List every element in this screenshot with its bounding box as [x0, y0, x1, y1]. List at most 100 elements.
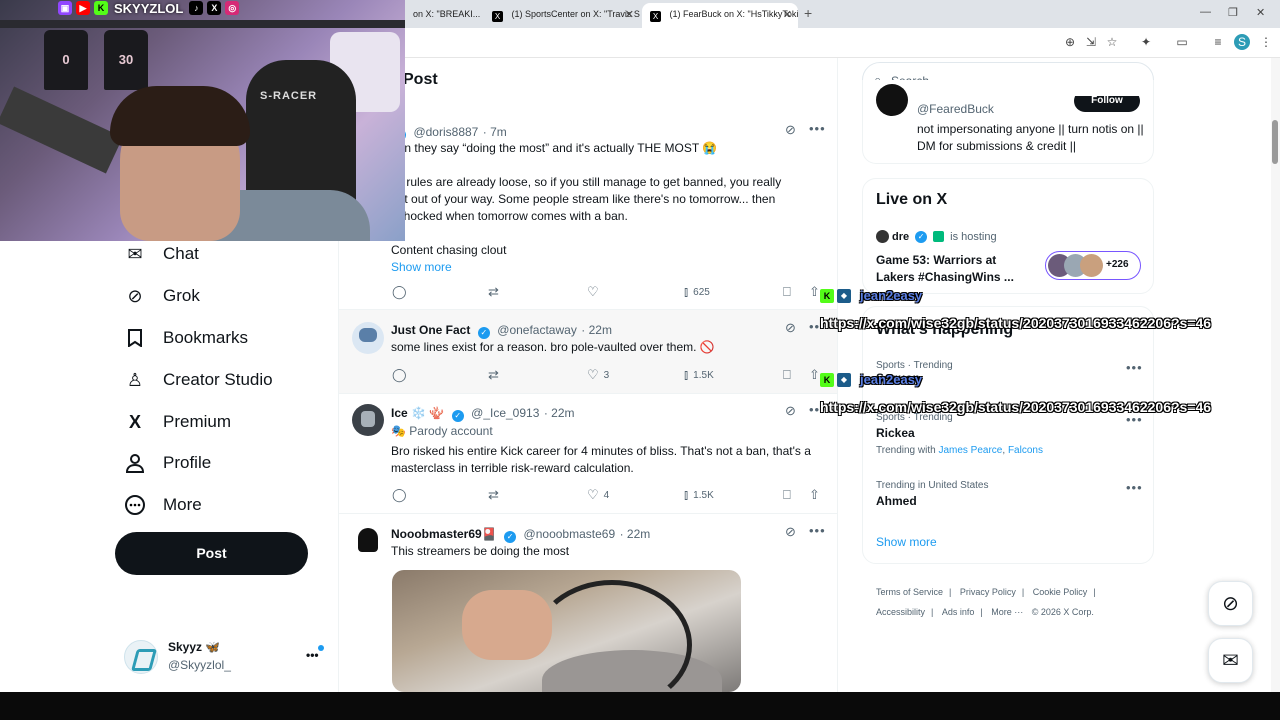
- install-icon[interactable]: ⇲: [1083, 34, 1099, 50]
- avatar[interactable]: [352, 524, 384, 556]
- chair-brand: S-RACER: [260, 90, 318, 102]
- tweet-handle[interactable]: @onefactaway: [497, 323, 577, 337]
- live-host[interactable]: dre ✓ is hosting: [876, 230, 997, 243]
- footer-link[interactable]: Accessibility: [876, 607, 925, 617]
- grok-icon: ⊘: [1222, 593, 1239, 615]
- views-button[interactable]: ⫾ 625: [684, 284, 710, 300]
- browser-tab[interactable]: X (1) SportsCenter on X: "Travis S... ✕: [484, 3, 640, 28]
- tweet-handle[interactable]: @doris8887: [413, 125, 478, 139]
- footer-link[interactable]: Privacy Policy: [960, 587, 1016, 597]
- share-button[interactable]: ⇧: [809, 487, 820, 503]
- tweet[interactable]: Ice ❄️ 🪸 ✓ @_Ice_0913 · 22m ⊘ ••• 🎭 Paro…: [339, 394, 837, 514]
- close-window-icon[interactable]: ✕: [1256, 6, 1265, 19]
- share-button[interactable]: ⇧: [809, 284, 820, 300]
- repost-icon: ⇄: [488, 487, 499, 502]
- hosting-label: is hosting: [950, 230, 997, 243]
- listeners-pill[interactable]: +226: [1045, 251, 1141, 280]
- tweet[interactable]: ✓ @doris8887 · 7m ⊘ ••• hen they say “do…: [339, 112, 837, 310]
- profile-avatar-icon[interactable]: S: [1234, 34, 1250, 50]
- more-icon[interactable]: •••: [809, 121, 826, 136]
- star-icon[interactable]: ☆: [1104, 34, 1120, 50]
- views-button[interactable]: ⫾ 1.5K: [684, 487, 714, 503]
- x-logo-icon: X: [492, 11, 503, 22]
- profile-handle[interactable]: @FearedBuck: [917, 102, 994, 116]
- trending-with-label: Trending with: [876, 445, 936, 456]
- playlist-icon[interactable]: ≡: [1210, 34, 1226, 50]
- post-button[interactable]: Post: [115, 532, 308, 575]
- messages-float-button[interactable]: ✉: [1208, 638, 1253, 683]
- close-icon[interactable]: ✕: [625, 8, 634, 21]
- footer-link[interactable]: Terms of Service: [876, 587, 943, 597]
- reply-button[interactable]: ◯: [392, 284, 407, 300]
- scrollbar-thumb[interactable]: [1272, 120, 1278, 164]
- live-event-title[interactable]: Game 53: Warriors at Lakers #ChasingWins…: [876, 252, 1026, 286]
- share-button[interactable]: ⇧: [809, 367, 820, 383]
- reply-button[interactable]: ◯: [392, 367, 407, 383]
- share-icon: ⇧: [809, 487, 820, 502]
- browser-tab-active[interactable]: X (1) FearBuck on X: "HsTikkyToki... ✕: [642, 3, 798, 28]
- grok-float-button[interactable]: ⊘: [1208, 581, 1253, 626]
- avatar[interactable]: [352, 322, 384, 354]
- repost-button[interactable]: ⇄: [488, 487, 499, 503]
- tweet[interactable]: Just One Fact ✓ @onefactaway · 22m ⊘ •••…: [339, 310, 837, 394]
- repost-button[interactable]: ⇄: [488, 284, 499, 300]
- bookmark-button[interactable]: ⎕: [783, 284, 791, 300]
- avatar[interactable]: [352, 404, 384, 436]
- cast-icon[interactable]: ▭: [1174, 34, 1190, 50]
- chat-user: K ◆ jean2easy: [820, 372, 922, 387]
- account-more-icon[interactable]: •••: [306, 648, 319, 662]
- tweet-header: ✓ @doris8887 · 7m: [391, 123, 507, 141]
- account-switcher[interactable]: Skyyz 🦋 @Skyyzlol_ •••: [124, 638, 324, 678]
- tweet-media-image[interactable]: [392, 570, 741, 692]
- trend-link[interactable]: Falcons: [1008, 445, 1043, 456]
- more-icon[interactable]: •••: [809, 523, 826, 538]
- bookmark-button[interactable]: ⎕: [783, 367, 791, 383]
- menu-dots-icon[interactable]: ⋮: [1258, 34, 1274, 50]
- bookmark-button[interactable]: ⎕: [783, 487, 791, 503]
- zoom-icon[interactable]: ⊕: [1062, 34, 1078, 50]
- restore-icon[interactable]: ❐: [1228, 6, 1238, 19]
- tweet-handle[interactable]: @_Ice_0913: [471, 406, 539, 420]
- browser-tab[interactable]: on X: "BREAKI...: [405, 3, 480, 28]
- nav-bookmarks[interactable]: Bookmarks: [124, 323, 248, 353]
- reply-icon: ◯: [392, 284, 407, 299]
- avatar[interactable]: [876, 84, 908, 116]
- like-button[interactable]: ♡ 3: [587, 367, 609, 383]
- grok-icon[interactable]: ⊘: [785, 320, 796, 336]
- tweet-actions: ◯ ⇄ ♡ 4 ⫾ 1.5K ⎕ ⇧: [391, 487, 827, 503]
- footer-link[interactable]: More ···: [991, 607, 1023, 617]
- grok-icon[interactable]: ⊘: [785, 122, 796, 138]
- tweet-author[interactable]: Nooobmaster69🎴: [391, 527, 497, 541]
- views-button[interactable]: ⫾ 1.5K: [684, 367, 714, 383]
- tweet-author[interactable]: Ice ❄️ 🪸: [391, 406, 444, 420]
- nav-profile[interactable]: Profile: [124, 448, 211, 478]
- nav-premium[interactable]: X Premium: [124, 407, 231, 437]
- tweet-handle[interactable]: @nooobmaste69: [524, 527, 616, 541]
- more-icon[interactable]: •••: [1126, 360, 1143, 375]
- nav-more[interactable]: More: [124, 490, 202, 520]
- trend-item[interactable]: Trending in United States Ahmed •••: [876, 480, 1146, 508]
- nav-chat[interactable]: ✉ Chat: [124, 239, 198, 269]
- nav-creator-studio[interactable]: ♙ Creator Studio: [124, 365, 273, 395]
- follow-button[interactable]: Follow: [1074, 96, 1140, 112]
- tweet-author[interactable]: Just One Fact: [391, 323, 470, 337]
- plus-icon[interactable]: +: [804, 5, 812, 21]
- reply-button[interactable]: ◯: [392, 487, 407, 503]
- minimize-icon[interactable]: —: [1200, 6, 1211, 18]
- grok-icon[interactable]: ⊘: [785, 403, 796, 419]
- close-icon[interactable]: ✕: [783, 8, 792, 21]
- tweet-actions: ◯ ⇄ ♡ ⫾ 625 ⎕ ⇧: [391, 284, 827, 300]
- like-button[interactable]: ♡ 4: [587, 487, 609, 503]
- footer-link[interactable]: Ads info: [942, 607, 975, 617]
- more-circle-icon: [124, 494, 146, 516]
- nav-grok[interactable]: ⊘ Grok: [124, 281, 199, 311]
- trend-link[interactable]: James Pearce: [938, 445, 1002, 456]
- footer-link[interactable]: Cookie Policy: [1033, 587, 1088, 597]
- repost-button[interactable]: ⇄: [488, 367, 499, 383]
- more-icon[interactable]: •••: [1126, 480, 1143, 495]
- grok-icon[interactable]: ⊘: [785, 524, 796, 540]
- extensions-icon[interactable]: ✦: [1138, 34, 1154, 50]
- show-more-link[interactable]: Show more: [876, 535, 937, 549]
- like-button[interactable]: ♡: [587, 284, 599, 300]
- show-more-link[interactable]: Show more: [391, 259, 831, 276]
